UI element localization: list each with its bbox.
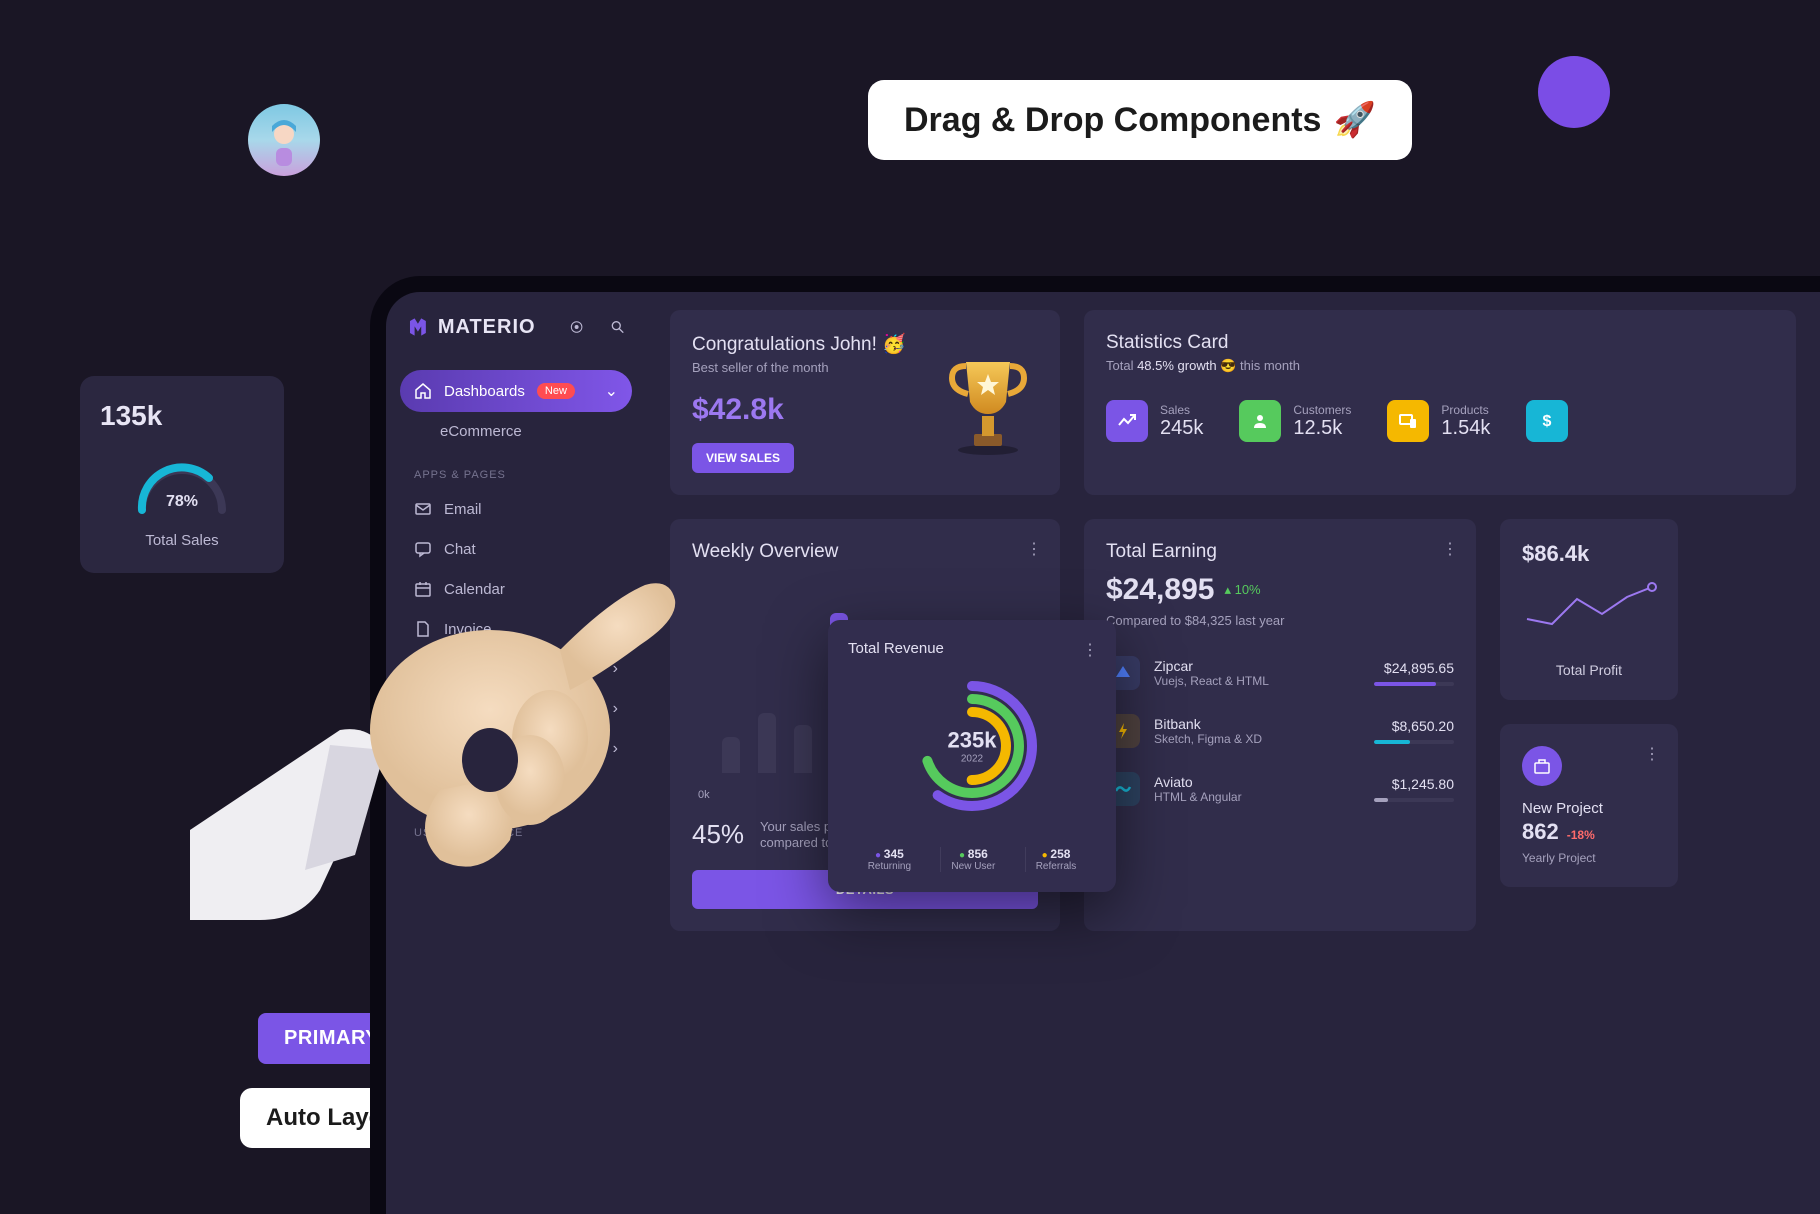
svg-text:$: $: [1543, 413, 1552, 430]
earning-item: BitbankSketch, Figma & XD $8,650.20: [1106, 714, 1454, 748]
more-icon[interactable]: ⋮: [1644, 744, 1660, 764]
rocket-icon: 🚀: [1333, 100, 1375, 140]
nav-ecommerce[interactable]: eCommerce: [400, 412, 632, 451]
main-content: Congratulations John! 🥳 Best seller of t…: [646, 292, 1820, 1214]
revenue-title: Total Revenue: [848, 640, 1096, 657]
legend-item: ● 345Returning: [858, 847, 921, 872]
earning-title: Total Earning: [1106, 541, 1454, 563]
total-earning-card: Total Earning ⋮ $24,895 ▴ 10% Compared t…: [1084, 519, 1476, 931]
stat-products: Products1.54k: [1387, 400, 1490, 442]
nav-section-apps: APPS & PAGES: [400, 451, 632, 489]
profit-sparkline: [1522, 579, 1662, 639]
more-icon[interactable]: ⋮: [1026, 539, 1042, 559]
brand-logo-icon: [408, 312, 428, 342]
more-icon[interactable]: ⋮: [1442, 539, 1458, 559]
earning-value: $1,245.80: [1374, 776, 1454, 792]
stat-revenue-partial: $: [1526, 400, 1568, 442]
statistics-card: Statistics Card Total 48.5% growth 😎 thi…: [1084, 310, 1796, 495]
project-title: New Project: [1522, 800, 1656, 817]
total-profit-card: $86.4k Total Profit: [1500, 519, 1678, 700]
radio-icon[interactable]: [570, 317, 583, 337]
revenue-year: 2022: [948, 754, 997, 765]
total-revenue-float[interactable]: Total Revenue ⋮ 235k 2022 ● 345Returning…: [828, 620, 1116, 892]
earning-tech: HTML & Angular: [1154, 790, 1360, 804]
earning-name: Bitbank: [1154, 716, 1360, 732]
sales-value: 135k: [100, 400, 264, 432]
dollar-icon: $: [1526, 400, 1568, 442]
earning-value: $8,650.20: [1374, 718, 1454, 734]
earning-sub: Compared to $84,325 last year: [1106, 613, 1454, 628]
project-sub: Yearly Project: [1522, 851, 1656, 865]
nav-dashboards[interactable]: Dashboards New ⌄: [400, 370, 632, 412]
devices-icon: [1387, 400, 1429, 442]
earning-growth: ▴ 10%: [1224, 582, 1260, 598]
avatar: [248, 104, 320, 176]
stats-sub: Total 48.5% growth 😎 this month: [1106, 358, 1774, 374]
congrats-card: Congratulations John! 🥳 Best seller of t…: [670, 310, 1060, 495]
project-value: 862: [1522, 819, 1559, 845]
sales-mini-card: 135k 78% Total Sales: [80, 376, 284, 573]
earning-tech: Vuejs, React & HTML: [1154, 674, 1360, 688]
earning-name: Aviato: [1154, 774, 1360, 790]
new-badge: New: [537, 383, 575, 399]
trophy-icon: [944, 356, 1032, 456]
person-icon: [1239, 400, 1281, 442]
chevron-down-icon: ⌄: [605, 381, 618, 401]
legend-item: ● 856New User: [940, 847, 1005, 872]
search-icon[interactable]: [611, 317, 624, 337]
trend-icon: [1106, 400, 1148, 442]
drag-drop-badge: Drag & Drop Components 🚀: [868, 80, 1412, 160]
stat-customers: Customers12.5k: [1239, 400, 1351, 442]
nav-label: Dashboards: [444, 383, 525, 400]
bar: [758, 713, 776, 773]
briefcase-icon: [1522, 746, 1562, 786]
earning-item: AviatoHTML & Angular $1,245.80: [1106, 772, 1454, 806]
congrats-title: Congratulations John! 🥳: [692, 332, 1038, 356]
gauge: 78%: [100, 450, 264, 520]
earning-value: $24,895.65: [1374, 660, 1454, 676]
home-icon: [414, 382, 432, 400]
stats-title: Statistics Card: [1106, 332, 1774, 354]
brand-name: MATERIO: [438, 316, 536, 339]
brand: MATERIO: [400, 312, 632, 342]
nav-email[interactable]: Email: [400, 489, 632, 529]
more-icon[interactable]: ⋮: [1082, 640, 1098, 660]
legend-item: ● 258Referrals: [1025, 847, 1087, 872]
earning-item: ZipcarVuejs, React & HTML $24,895.65: [1106, 656, 1454, 690]
drag-drop-text: Drag & Drop Components: [904, 101, 1321, 140]
view-sales-button[interactable]: VIEW SALES: [692, 443, 794, 473]
bar: [794, 725, 812, 773]
profit-label: Total Profit: [1522, 662, 1656, 678]
earning-tech: Sketch, Figma & XD: [1154, 732, 1360, 746]
hand-illustration: [190, 550, 750, 1000]
stat-sales: Sales245k: [1106, 400, 1203, 442]
new-project-card: ⋮ New Project 862 -18% Yearly Project: [1500, 724, 1678, 887]
mail-icon: [414, 500, 432, 518]
svg-text:78%: 78%: [166, 493, 198, 510]
profit-amount: $86.4k: [1522, 541, 1656, 567]
project-change: -18%: [1567, 828, 1595, 842]
decoration-circle: [1538, 56, 1610, 128]
revenue-value: 235k: [948, 728, 997, 754]
earning-name: Zipcar: [1154, 658, 1360, 674]
sales-label: Total Sales: [100, 532, 264, 549]
earning-amount: $24,895: [1106, 573, 1214, 607]
